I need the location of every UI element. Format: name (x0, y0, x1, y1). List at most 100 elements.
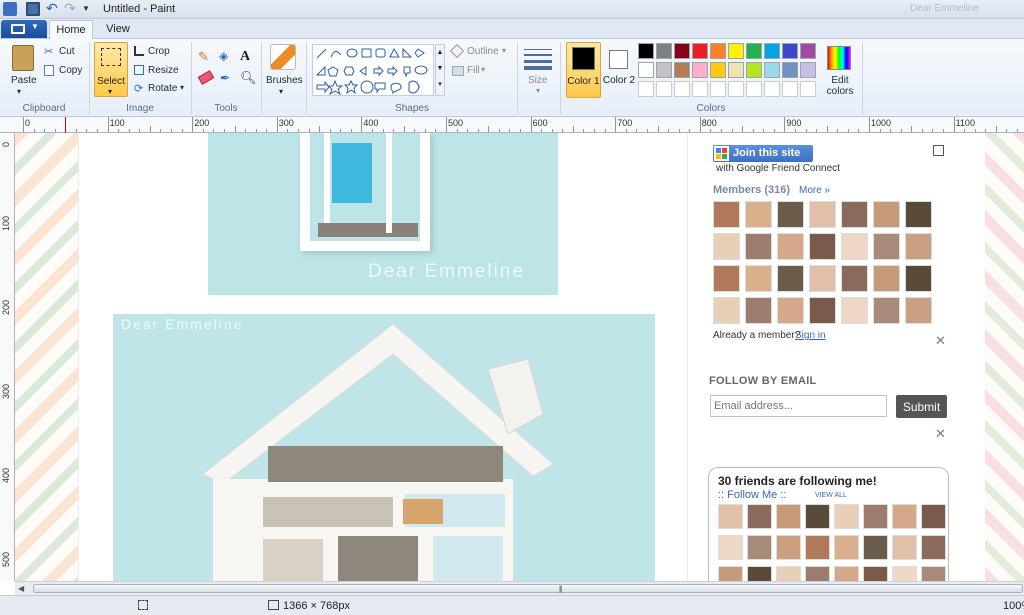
member-avatar[interactable] (873, 265, 900, 292)
copy-button[interactable]: Copy (59, 65, 82, 76)
palette-swatch[interactable] (800, 43, 816, 59)
palette-swatch[interactable] (764, 62, 780, 78)
follower-avatar[interactable] (776, 535, 801, 560)
size-icon[interactable] (524, 46, 552, 70)
palette-swatch[interactable] (782, 62, 798, 78)
follower-avatar[interactable] (776, 504, 801, 529)
member-avatar[interactable] (905, 233, 932, 260)
follower-avatar[interactable] (718, 566, 743, 581)
follower-avatar[interactable] (892, 566, 917, 581)
email-input[interactable] (710, 395, 887, 417)
eraser-icon[interactable] (197, 70, 215, 85)
palette-swatch[interactable] (710, 62, 726, 78)
tab-home[interactable]: Home (49, 20, 93, 39)
scroll-left-icon[interactable]: ◀ (18, 584, 24, 593)
shapes-gallery[interactable] (312, 44, 434, 96)
member-avatar[interactable] (905, 201, 932, 228)
follower-avatar[interactable] (718, 535, 743, 560)
paste-button[interactable]: Paste (11, 75, 37, 86)
file-menu-button[interactable]: ▼ (1, 20, 47, 38)
fill-bucket-icon[interactable]: ◈ (219, 50, 233, 64)
member-avatar[interactable] (713, 233, 740, 260)
view-all-link[interactable]: VIEW ALL (815, 492, 847, 499)
palette-swatch[interactable] (728, 62, 744, 78)
follower-avatar[interactable] (834, 504, 859, 529)
palette-swatch[interactable] (692, 81, 708, 97)
color-picker-icon[interactable]: ✒ (220, 71, 230, 85)
cut-button[interactable]: Cut (59, 46, 75, 57)
follow-me-link[interactable]: :: Follow Me :: (718, 489, 786, 501)
follower-avatar[interactable] (921, 535, 946, 560)
follower-avatar[interactable] (747, 566, 772, 581)
signin-link[interactable]: Sign in (795, 330, 826, 341)
follower-avatar[interactable] (892, 535, 917, 560)
follower-avatar[interactable] (863, 566, 888, 581)
join-site-button[interactable]: Join this site (713, 145, 813, 162)
cut-icon[interactable]: ✂ (44, 45, 53, 58)
follower-avatar[interactable] (892, 504, 917, 529)
palette-swatch[interactable] (674, 43, 690, 59)
color1-button[interactable]: Color 1 (566, 42, 601, 98)
member-avatar[interactable] (905, 265, 932, 292)
member-avatar[interactable] (841, 297, 868, 324)
outline-icon[interactable] (449, 43, 465, 59)
tab-view[interactable]: View (96, 20, 140, 39)
follower-avatar[interactable] (863, 504, 888, 529)
wrench-icon[interactable]: ✕ (935, 426, 946, 442)
fill-icon[interactable] (452, 66, 464, 76)
palette-swatch[interactable] (710, 81, 726, 97)
copy-icon[interactable] (44, 65, 54, 76)
palette-swatch[interactable] (692, 62, 708, 78)
follower-avatar[interactable] (921, 566, 946, 581)
member-avatar[interactable] (873, 201, 900, 228)
magnifier-icon[interactable]: 🔍︎ (240, 70, 257, 86)
size-chevron-icon[interactable]: ▾ (536, 86, 540, 95)
member-avatar[interactable] (873, 297, 900, 324)
paste-icon[interactable] (12, 45, 34, 71)
follower-avatar[interactable] (747, 504, 772, 529)
follower-avatar[interactable] (863, 535, 888, 560)
palette-swatch[interactable] (656, 62, 672, 78)
member-avatar[interactable] (745, 233, 772, 260)
member-avatar[interactable] (713, 297, 740, 324)
rotate-icon[interactable]: ⟳ (134, 82, 143, 95)
edit-colors-button[interactable]: Edit colors (822, 75, 858, 97)
palette-swatch[interactable] (656, 43, 672, 59)
select-button[interactable]: Select ▾ (94, 42, 128, 97)
member-avatar[interactable] (713, 201, 740, 228)
text-icon[interactable]: A (240, 49, 250, 65)
customize-toolbar-icon[interactable]: ▼ (82, 2, 96, 16)
paint-canvas[interactable]: Dear Emmeline Dear Emmeline Join this si… (15, 133, 1024, 581)
member-avatar[interactable] (905, 297, 932, 324)
outline-chevron-icon[interactable]: ▾ (502, 46, 506, 55)
resize-icon[interactable] (134, 65, 144, 75)
horizontal-scrollbar[interactable]: ◀ ||| (15, 581, 1024, 595)
member-avatar[interactable] (809, 201, 836, 228)
palette-swatch[interactable] (782, 81, 798, 97)
palette-swatch[interactable] (728, 81, 744, 97)
palette-swatch[interactable] (674, 62, 690, 78)
palette-swatch[interactable] (800, 62, 816, 78)
brushes-icon[interactable] (270, 44, 296, 70)
resize-button[interactable]: Resize (148, 65, 179, 76)
palette-swatch[interactable] (638, 62, 654, 78)
follower-avatar[interactable] (921, 504, 946, 529)
member-avatar[interactable] (777, 201, 804, 228)
fill-chevron-icon[interactable]: ▾ (481, 65, 485, 74)
palette-swatch[interactable] (746, 43, 762, 59)
pencil-icon[interactable]: ✎ (198, 50, 212, 64)
follower-avatar[interactable] (834, 566, 859, 581)
member-avatar[interactable] (777, 297, 804, 324)
scrollbar-thumb[interactable]: ||| (33, 584, 1023, 593)
follower-avatar[interactable] (805, 566, 830, 581)
follower-avatar[interactable] (747, 535, 772, 560)
member-avatar[interactable] (809, 233, 836, 260)
follower-avatar[interactable] (834, 535, 859, 560)
redo-icon[interactable]: ↷ (64, 1, 78, 16)
paste-chevron-icon[interactable]: ▾ (17, 87, 21, 96)
member-avatar[interactable] (745, 265, 772, 292)
crop-button[interactable]: Crop (148, 46, 170, 57)
crop-icon[interactable] (134, 46, 144, 56)
popout-icon[interactable] (933, 145, 944, 156)
palette-swatch[interactable] (782, 43, 798, 59)
